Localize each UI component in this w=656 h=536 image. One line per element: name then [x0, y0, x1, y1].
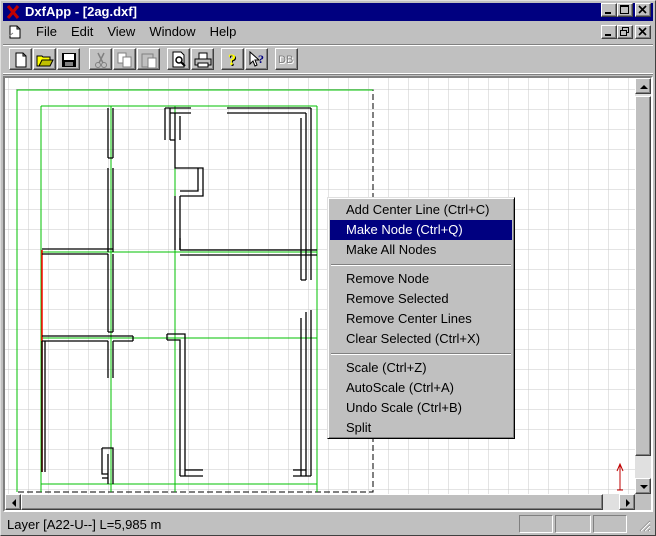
arrow-down-icon [640, 485, 648, 489]
menu-split[interactable]: Split [330, 418, 512, 438]
svg-text:?: ? [228, 52, 236, 69]
open-button[interactable] [33, 48, 56, 70]
menu-scale[interactable]: Scale (Ctrl+Z) [330, 358, 512, 378]
cut-icon [95, 52, 107, 68]
resize-grip-icon[interactable] [639, 520, 651, 532]
menu-window[interactable]: Window [142, 22, 202, 42]
print-button[interactable] [191, 48, 214, 70]
db-icon: DBDB [278, 54, 294, 67]
maximize-button[interactable] [617, 3, 633, 17]
menu-view[interactable]: View [100, 22, 142, 42]
menu-undo-scale[interactable]: Undo Scale (Ctrl+B) [330, 398, 512, 418]
close-button[interactable] [635, 3, 651, 17]
menu-help[interactable]: Help [203, 22, 244, 42]
paste-icon [141, 53, 157, 69]
scroll-up-button[interactable] [635, 78, 651, 94]
scroll-right-button[interactable] [619, 494, 635, 510]
vertical-scrollbar[interactable] [635, 78, 651, 494]
menu-window-label: Window [149, 24, 196, 39]
copy-icon [117, 52, 132, 68]
db-button[interactable]: DB DB [275, 48, 298, 70]
menu-file-label: File [36, 24, 57, 39]
window-title: DxfApp - [2ag.dxf] [25, 4, 137, 19]
horizontal-scrollbar[interactable] [5, 494, 635, 510]
toolbar: ?? ? DB DB [3, 44, 653, 74]
menu-edit-label: Edit [70, 24, 94, 39]
scrollbar-corner [635, 494, 651, 510]
context-help-button[interactable]: ? [245, 48, 268, 70]
menu-bar: File Edit View Window Help [3, 22, 653, 42]
context-menu: Add Center Line (Ctrl+C) Make Node (Ctrl… [327, 197, 515, 439]
scroll-down-button[interactable] [635, 478, 651, 494]
menu-separator [331, 264, 511, 266]
menu-remove-node[interactable]: Remove Node [330, 269, 512, 289]
save-button[interactable] [57, 48, 80, 70]
menu-remove-selected[interactable]: Remove Selected [330, 289, 512, 309]
menu-clear-selected[interactable]: Clear Selected (Ctrl+X) [330, 329, 512, 349]
help-button[interactable]: ?? [221, 48, 244, 70]
menu-edit[interactable]: Edit [64, 22, 100, 42]
new-file-button[interactable] [9, 48, 32, 70]
floor-plan-drawing[interactable] [5, 78, 635, 494]
drawing-canvas[interactable] [5, 78, 635, 494]
menu-remove-center-lines[interactable]: Remove Center Lines [330, 309, 512, 329]
print-preview-button[interactable] [167, 48, 190, 70]
menu-file[interactable]: File [29, 22, 64, 42]
doc-restore-button[interactable] [617, 25, 633, 39]
minimize-button[interactable] [601, 3, 617, 17]
grid [5, 78, 635, 494]
arrow-up-icon [640, 85, 648, 89]
svg-text:?: ? [258, 52, 264, 66]
context-help-icon: ? [249, 51, 264, 67]
arrow-left-icon [12, 499, 16, 507]
doc-close-button[interactable] [635, 25, 651, 39]
save-icon [62, 53, 76, 67]
vertical-scroll-thumb[interactable] [635, 96, 651, 456]
app-window: DxfApp - [2ag.dxf] File Edit View Window… [0, 0, 656, 536]
menu-separator [331, 353, 511, 355]
document-icon[interactable] [7, 24, 23, 40]
copy-button[interactable] [113, 48, 136, 70]
menu-add-center-line[interactable]: Add Center Line (Ctrl+C) [330, 200, 512, 220]
title-bar[interactable]: DxfApp - [2ag.dxf] [3, 3, 653, 21]
menu-make-all-nodes[interactable]: Make All Nodes [330, 240, 512, 260]
status-pane-2 [555, 515, 591, 533]
arrow-right-icon [626, 499, 630, 507]
new-file-icon [15, 52, 27, 68]
horizontal-scroll-thumb[interactable] [21, 494, 603, 510]
open-folder-icon [36, 55, 54, 67]
cut-button[interactable] [89, 48, 112, 70]
help-icon: ?? [228, 52, 237, 69]
doc-minimize-button[interactable] [601, 25, 617, 39]
paste-button[interactable] [137, 48, 160, 70]
app-x-icon[interactable] [5, 4, 21, 20]
menu-make-node[interactable]: Make Node (Ctrl+Q) [330, 220, 512, 240]
scroll-left-button[interactable] [5, 494, 21, 510]
print-icon [194, 52, 212, 68]
status-bar: Layer [A22-U--] L=5,985 m [3, 514, 653, 534]
menu-autoscale[interactable]: AutoScale (Ctrl+A) [330, 378, 512, 398]
status-text: Layer [A22-U--] L=5,985 m [7, 517, 162, 532]
status-pane-3 [593, 515, 627, 533]
menu-help-label: Help [209, 24, 237, 39]
menu-view-label: View [107, 24, 136, 39]
status-pane-1 [519, 515, 553, 533]
svg-text:DB: DB [278, 54, 293, 66]
print-preview-icon [172, 51, 186, 68]
